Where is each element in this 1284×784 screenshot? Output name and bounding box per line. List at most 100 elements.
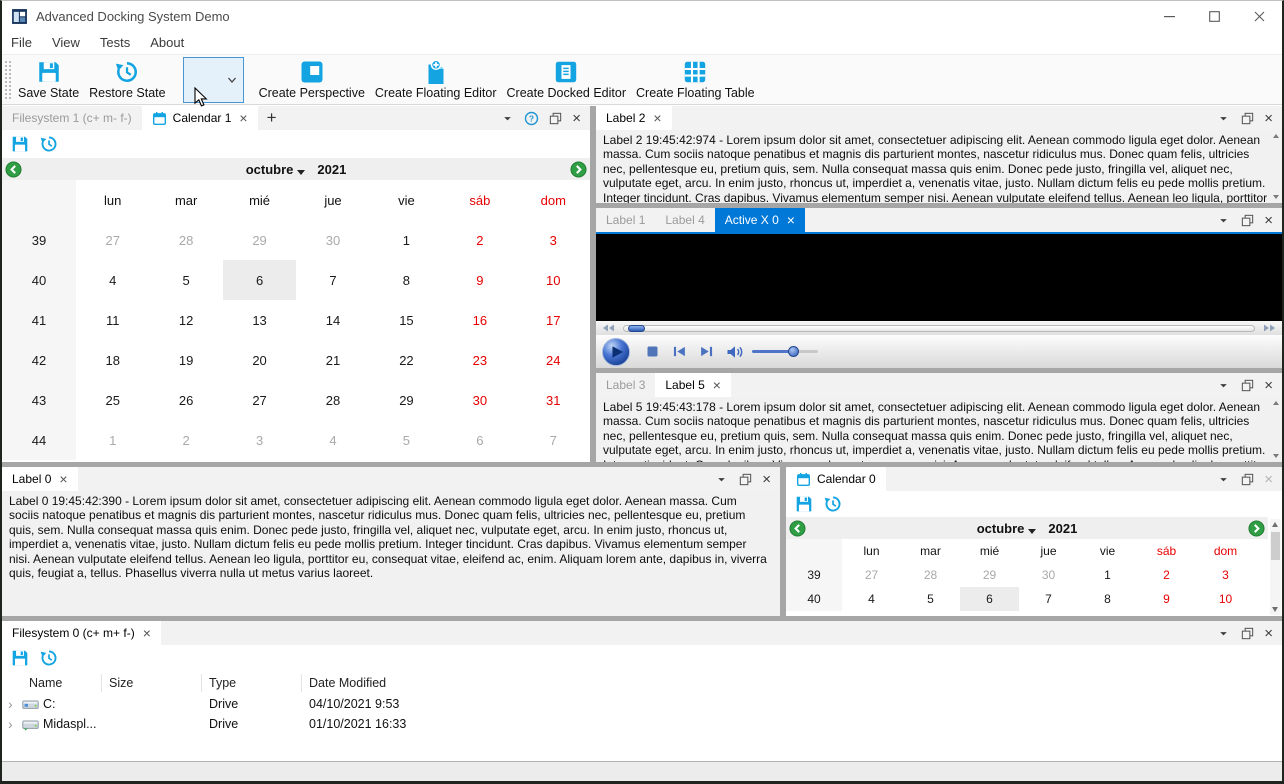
- calendar-day[interactable]: 12: [149, 300, 222, 340]
- create-floating-editor-button[interactable]: Create Floating Editor: [370, 57, 502, 103]
- panel-close-icon[interactable]: ×: [1264, 111, 1273, 126]
- calendar-day[interactable]: 29: [223, 220, 296, 260]
- year-label[interactable]: 2021: [1048, 521, 1077, 536]
- calendar0-scrollbar[interactable]: [1270, 519, 1281, 615]
- tabs-menu-icon[interactable]: [714, 472, 729, 487]
- calendar-day[interactable]: 8: [370, 260, 443, 300]
- restore-icon[interactable]: [824, 495, 842, 513]
- calendar-day[interactable]: 11: [76, 300, 149, 340]
- calendar-day[interactable]: 19: [149, 340, 222, 380]
- stop-button[interactable]: [646, 345, 659, 358]
- calendar-day[interactable]: 1: [1078, 563, 1137, 587]
- calendar-day[interactable]: 28: [296, 380, 369, 420]
- tab-label5[interactable]: Label 5 ×: [655, 373, 731, 397]
- calendar-day[interactable]: 2: [443, 220, 516, 260]
- panel-close-icon[interactable]: ×: [572, 111, 581, 126]
- scroll-down-icon[interactable]: [1273, 195, 1279, 199]
- calendar-day[interactable]: 7: [1019, 587, 1078, 611]
- calendar-day[interactable]: 13: [223, 300, 296, 340]
- tab-label0[interactable]: Label 0 ×: [2, 467, 78, 491]
- undock-icon[interactable]: [1240, 378, 1255, 393]
- tab-label2[interactable]: Label 2 ×: [596, 106, 672, 130]
- save-state-button[interactable]: Save State: [13, 57, 84, 103]
- column-header-type[interactable]: Type: [202, 674, 302, 692]
- calendar-day[interactable]: 6: [222, 260, 297, 300]
- tabs-menu-icon[interactable]: [1216, 378, 1231, 393]
- year-label[interactable]: 2021: [317, 162, 346, 177]
- create-docked-editor-button[interactable]: Create Docked Editor: [502, 57, 632, 103]
- restore-state-button[interactable]: Restore State: [84, 57, 170, 103]
- calendar-day[interactable]: 1: [370, 220, 443, 260]
- tabs-menu-icon[interactable]: [1216, 626, 1231, 641]
- tab-filesystem0[interactable]: Filesystem 0 (c+ m+ f-) ×: [2, 621, 161, 645]
- create-floating-table-button[interactable]: Create Floating Table: [631, 57, 760, 103]
- rewind-icon[interactable]: [602, 324, 615, 332]
- calendar-day[interactable]: 16: [443, 300, 516, 340]
- calendar-day[interactable]: 5: [370, 420, 443, 460]
- calendar-day[interactable]: 21: [296, 340, 369, 380]
- tab-filesystem1[interactable]: Filesystem 1 (c+ m- f-): [2, 106, 142, 130]
- video-display[interactable]: [596, 234, 1282, 321]
- menu-view[interactable]: View: [42, 33, 90, 52]
- expand-chevron-icon[interactable]: ›: [8, 717, 18, 731]
- undock-icon[interactable]: [548, 111, 563, 126]
- calendar-day[interactable]: 10: [517, 260, 590, 300]
- calendar-day[interactable]: 9: [443, 260, 516, 300]
- calendar-day[interactable]: 6: [443, 420, 516, 460]
- tabs-menu-icon[interactable]: [1216, 213, 1231, 228]
- calendar-day[interactable]: 28: [149, 220, 222, 260]
- tab-label3[interactable]: Label 3: [596, 373, 655, 397]
- calendar-day[interactable]: 7: [296, 260, 369, 300]
- calendar-day[interactable]: 15: [370, 300, 443, 340]
- calendar-day[interactable]: 14: [296, 300, 369, 340]
- create-perspective-button[interactable]: Create Perspective: [254, 57, 370, 103]
- seek-thumb[interactable]: [628, 324, 645, 332]
- volume-icon[interactable]: [726, 345, 744, 359]
- undock-icon[interactable]: [1240, 213, 1255, 228]
- next-month-icon[interactable]: [1248, 519, 1265, 537]
- calendar-day[interactable]: 3: [223, 420, 296, 460]
- scroll-down-icon[interactable]: [1272, 607, 1278, 612]
- calendar-day[interactable]: 4: [296, 420, 369, 460]
- table-row[interactable]: › Midaspl... Drive 01/10/2021 16:33: [2, 714, 1282, 734]
- panel-close-icon[interactable]: ×: [1264, 378, 1273, 393]
- save-icon[interactable]: [11, 649, 29, 667]
- calendar-day[interactable]: 3: [1196, 563, 1255, 587]
- calendar-day[interactable]: 27: [76, 220, 149, 260]
- tab-close-icon[interactable]: ×: [787, 213, 795, 227]
- month-dropdown-icon[interactable]: [1028, 529, 1037, 534]
- panel-close-icon[interactable]: ×: [762, 472, 771, 487]
- panel-close-icon[interactable]: ×: [1264, 626, 1273, 641]
- month-label[interactable]: octubre: [246, 162, 294, 177]
- calendar-day[interactable]: 27: [223, 380, 296, 420]
- calendar-day[interactable]: 22: [370, 340, 443, 380]
- tab-activex0[interactable]: Active X 0 ×: [714, 208, 805, 232]
- calendar-day[interactable]: 1: [76, 420, 149, 460]
- calendar-day[interactable]: 9: [1137, 587, 1196, 611]
- month-label[interactable]: octubre: [977, 521, 1025, 536]
- play-button[interactable]: [601, 337, 631, 367]
- calendar-day[interactable]: 30: [443, 380, 516, 420]
- panel-close-icon[interactable]: ×: [1264, 213, 1273, 228]
- menu-file[interactable]: File: [2, 33, 42, 52]
- tab-label4[interactable]: Label 4: [655, 208, 714, 232]
- volume-slider[interactable]: [752, 346, 818, 357]
- tab-calendar0[interactable]: Calendar 0: [786, 467, 886, 491]
- calendar-day[interactable]: 5: [149, 260, 222, 300]
- panel-close-icon[interactable]: ×: [1264, 472, 1273, 487]
- calendar-day[interactable]: 26: [149, 380, 222, 420]
- next-month-icon[interactable]: [570, 160, 587, 178]
- help-icon[interactable]: ?: [524, 111, 539, 126]
- undock-icon[interactable]: [1240, 626, 1255, 641]
- prev-month-icon[interactable]: [789, 519, 806, 537]
- scroll-down-icon[interactable]: [1273, 454, 1279, 458]
- restore-icon[interactable]: [40, 649, 58, 667]
- calendar-day[interactable]: 24: [517, 340, 590, 380]
- save-icon[interactable]: [795, 495, 813, 513]
- tabs-menu-icon[interactable]: [500, 111, 515, 126]
- scroll-up-icon[interactable]: [1273, 134, 1279, 138]
- tab-close-icon[interactable]: ×: [143, 626, 151, 640]
- add-tab-button[interactable]: +: [258, 106, 286, 130]
- column-header-size[interactable]: Size: [102, 674, 202, 692]
- calendar-day[interactable]: 6: [960, 587, 1019, 611]
